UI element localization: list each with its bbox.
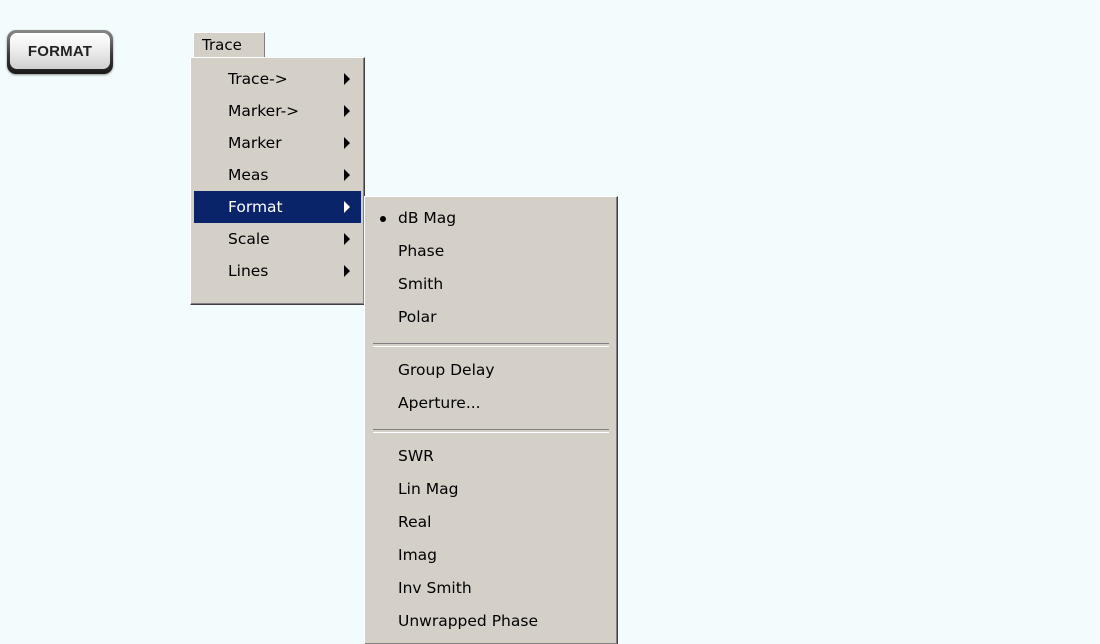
format-item-swr[interactable]: SWR bbox=[368, 440, 614, 473]
menu-item-label: Group Delay bbox=[398, 361, 495, 379]
format-item-group-delay[interactable]: Group Delay bbox=[368, 354, 614, 387]
menu-item-label: Format bbox=[228, 198, 283, 216]
menu-item-marker[interactable]: Marker bbox=[194, 127, 361, 159]
menu-item-label: Meas bbox=[228, 166, 269, 184]
menu-item-label: Inv Smith bbox=[398, 579, 472, 597]
submenu-arrow-icon bbox=[344, 169, 350, 181]
format-hardkey[interactable]: FORMAT bbox=[7, 30, 113, 74]
submenu-arrow-icon bbox=[344, 73, 350, 85]
menu-separator bbox=[373, 343, 609, 347]
format-item-lin-mag[interactable]: Lin Mag bbox=[368, 473, 614, 506]
submenu-arrow-icon bbox=[344, 137, 350, 149]
menu-item-lines[interactable]: Lines bbox=[194, 255, 361, 287]
format-item-db-mag[interactable]: dB Mag bbox=[368, 202, 614, 235]
menu-item-label: Aperture... bbox=[398, 394, 481, 412]
format-item-inv-smith[interactable]: Inv Smith bbox=[368, 572, 614, 605]
screen: FORMAT Trace Trace-> Marker-> Marker Mea… bbox=[0, 0, 1100, 644]
menu-item-label: SWR bbox=[398, 447, 434, 465]
menu-item-meas[interactable]: Meas bbox=[194, 159, 361, 191]
menu-item-label: Smith bbox=[398, 275, 444, 293]
format-item-imag[interactable]: Imag bbox=[368, 539, 614, 572]
menu-item-label: Marker bbox=[228, 134, 282, 152]
menu-item-label: Unwrapped Phase bbox=[398, 612, 538, 630]
format-item-smith[interactable]: Smith bbox=[368, 268, 614, 301]
submenu-arrow-icon bbox=[344, 265, 350, 277]
format-item-real[interactable]: Real bbox=[368, 506, 614, 539]
menu-item-format[interactable]: Format bbox=[194, 191, 361, 223]
menu-item-label: Marker-> bbox=[228, 102, 300, 120]
submenu-arrow-icon bbox=[344, 105, 350, 117]
selected-bullet-icon bbox=[380, 215, 386, 222]
menu-item-label: Real bbox=[398, 513, 432, 531]
menu-item-label: Lin Mag bbox=[398, 480, 459, 498]
menu-item-label: Scale bbox=[228, 230, 270, 248]
format-item-aperture[interactable]: Aperture... bbox=[368, 387, 614, 420]
menu-item-label: Imag bbox=[398, 546, 438, 564]
format-item-phase[interactable]: Phase bbox=[368, 235, 614, 268]
menu-item-label: Lines bbox=[228, 262, 269, 280]
menu-item-trace-arrow[interactable]: Trace-> bbox=[194, 63, 361, 95]
menu-item-label: Polar bbox=[398, 308, 437, 326]
format-item-unwrapped-phase[interactable]: Unwrapped Phase bbox=[368, 605, 614, 638]
submenu-arrow-icon bbox=[344, 233, 350, 245]
menu-item-scale[interactable]: Scale bbox=[194, 223, 361, 255]
submenu-arrow-icon bbox=[344, 201, 350, 213]
format-item-polar[interactable]: Polar bbox=[368, 301, 614, 334]
menubar-trace[interactable]: Trace bbox=[193, 32, 265, 57]
menu-item-label: Trace-> bbox=[228, 70, 288, 88]
menu-item-label: dB Mag bbox=[398, 209, 457, 227]
menu-item-marker-arrow[interactable]: Marker-> bbox=[194, 95, 361, 127]
trace-menu: Trace-> Marker-> Marker Meas Format Scal… bbox=[190, 57, 365, 305]
menu-item-label: Phase bbox=[398, 242, 445, 260]
menu-separator bbox=[373, 429, 609, 433]
format-submenu: dB Mag Phase Smith Polar Group Delay Ape… bbox=[364, 196, 618, 644]
format-hardkey-label: FORMAT bbox=[10, 33, 110, 69]
